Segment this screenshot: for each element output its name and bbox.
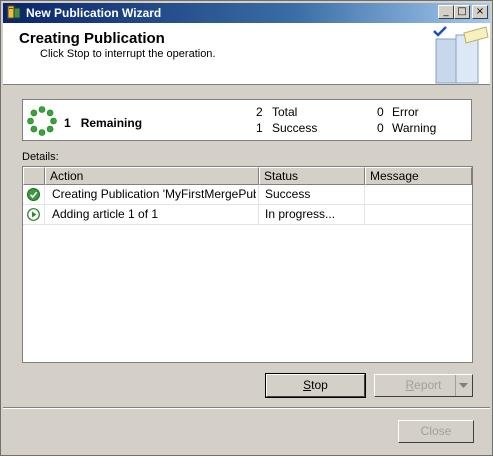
column-header-status[interactable]: Status <box>259 167 365 185</box>
icon-column-header[interactable] <box>23 167 45 185</box>
page-subtitle: Click Stop to interrupt the operation. <box>40 48 216 60</box>
details-grid[interactable]: Action Status Message Creating Publicati… <box>22 166 473 363</box>
table-row[interactable]: Adding article 1 of 1 In progress... <box>23 205 472 225</box>
table-row[interactable]: Creating Publication 'MyFirstMergePubli.… <box>23 185 472 205</box>
stop-button[interactable]: Stop <box>265 373 366 398</box>
row-status: Success <box>265 187 311 201</box>
column-header-message[interactable]: Message <box>365 167 472 185</box>
details-label: Details: <box>22 151 59 163</box>
remaining-label: Remaining <box>80 116 143 130</box>
row-action: Creating Publication 'MyFirstMergePubli.… <box>52 187 256 201</box>
wizard-window: New Publication Wizard _ □ × Creating Pu… <box>0 0 493 456</box>
row-message <box>371 205 469 224</box>
progress-summary: 1 Remaining 2 Total 1 Success 0 Error 0 … <box>22 99 472 141</box>
row-action: Adding article 1 of 1 <box>52 207 159 221</box>
publication-books-icon <box>433 26 489 84</box>
page-title: Creating Publication <box>19 30 165 47</box>
total-count: 2 <box>256 105 263 119</box>
progress-spinner-icon <box>27 106 57 136</box>
close-icon[interactable]: × <box>472 5 488 19</box>
window-title: New Publication Wizard <box>26 6 162 20</box>
title-bar[interactable]: New Publication Wizard _ □ × <box>3 3 490 23</box>
error-label: Error <box>392 105 419 119</box>
maximize-icon[interactable]: □ <box>454 5 470 19</box>
remaining-number: 1 <box>64 116 71 130</box>
row-message <box>371 185 469 204</box>
report-mnemonic: R <box>405 378 415 392</box>
warning-count: 0 <box>377 121 384 135</box>
stop-mnemonic: S <box>303 378 312 392</box>
minimize-icon[interactable]: _ <box>438 5 454 19</box>
wizard-app-icon <box>7 5 21 19</box>
report-label: eport <box>414 378 442 392</box>
report-button[interactable]: Report <box>374 374 473 397</box>
success-check-icon <box>27 188 40 201</box>
total-label: Total <box>272 105 298 119</box>
stop-label: top <box>311 378 328 392</box>
in-progress-arrow-icon <box>27 208 40 221</box>
chevron-down-icon[interactable] <box>459 383 468 388</box>
column-header-action[interactable]: Action <box>45 167 259 185</box>
error-count: 0 <box>377 105 384 119</box>
success-count: 1 <box>256 121 263 135</box>
row-status: In progress... <box>265 207 336 221</box>
warning-label: Warning <box>392 121 437 135</box>
report-split-divider <box>455 375 456 396</box>
remaining-count: 1 Remaining <box>64 116 142 130</box>
wizard-header: Creating Publication Click Stop to inter… <box>3 23 490 85</box>
success-label: Success <box>272 121 318 135</box>
close-button[interactable]: Close <box>398 420 474 443</box>
footer-separator <box>3 407 490 409</box>
grid-header: Action Status Message <box>23 167 472 185</box>
